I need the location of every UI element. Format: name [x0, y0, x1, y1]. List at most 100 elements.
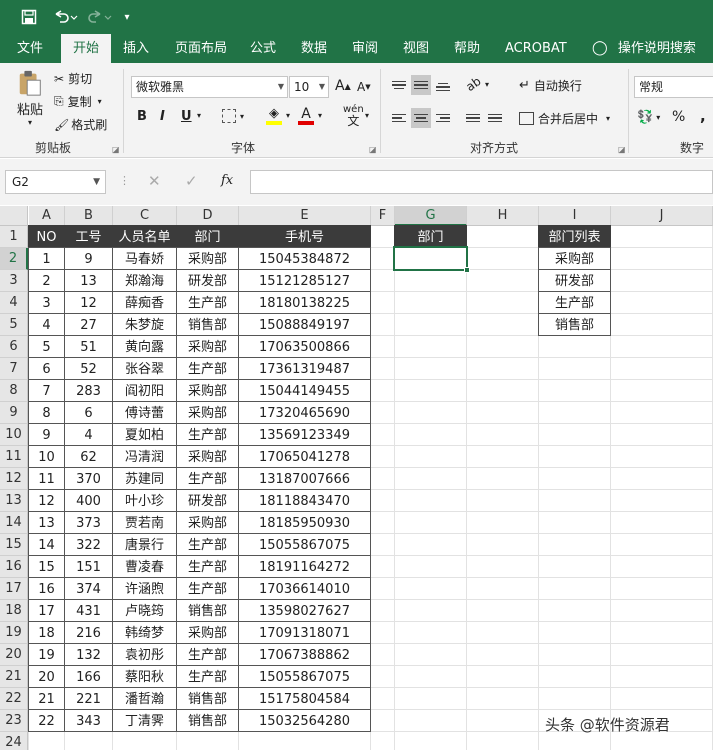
- row-header-24[interactable]: 24: [0, 732, 28, 750]
- phone-cell[interactable]: 17091318071: [238, 621, 371, 644]
- align-center-icon[interactable]: [411, 108, 431, 128]
- row-header-17[interactable]: 17: [0, 578, 28, 600]
- name-cell[interactable]: 郑瀚海: [112, 269, 177, 292]
- dialog-launcher-icon[interactable]: ◪: [618, 145, 626, 154]
- employee-id-cell[interactable]: 51: [64, 335, 113, 358]
- phone-cell[interactable]: 18191164272: [238, 555, 371, 578]
- tab-review[interactable]: 审阅: [352, 34, 378, 63]
- department-cell[interactable]: 采购部: [176, 247, 239, 270]
- align-right-icon[interactable]: [433, 108, 453, 128]
- department-cell[interactable]: 研发部: [176, 489, 239, 512]
- name-cell[interactable]: 朱梦旋: [112, 313, 177, 336]
- row-header-21[interactable]: 21: [0, 666, 28, 688]
- name-cell[interactable]: 薛痴香: [112, 291, 177, 314]
- no-cell[interactable]: 4: [28, 313, 65, 336]
- column-header-c[interactable]: C: [113, 206, 177, 226]
- comma-button[interactable]: ,: [700, 107, 706, 125]
- name-cell[interactable]: 阎初阳: [112, 379, 177, 402]
- department-cell[interactable]: 销售部: [176, 599, 239, 622]
- row-header-18[interactable]: 18: [0, 600, 28, 622]
- employee-id-cell[interactable]: 283: [64, 379, 113, 402]
- name-cell[interactable]: 傅诗蕾: [112, 401, 177, 424]
- phone-cell[interactable]: 15032564280: [238, 709, 371, 732]
- name-cell[interactable]: 夏如柏: [112, 423, 177, 446]
- employee-id-cell[interactable]: 62: [64, 445, 113, 468]
- merge-center-button[interactable]: 合并后居中 ▾: [519, 110, 610, 127]
- name-cell[interactable]: 袁初彤: [112, 643, 177, 666]
- no-cell[interactable]: 6: [28, 357, 65, 380]
- row-header-10[interactable]: 10: [0, 424, 28, 446]
- no-cell[interactable]: 17: [28, 599, 65, 622]
- name-cell[interactable]: 卢晓筠: [112, 599, 177, 622]
- row-header-11[interactable]: 11: [0, 446, 28, 468]
- font-color-button[interactable]: A: [298, 107, 314, 125]
- table-header-cell[interactable]: 部门: [176, 225, 239, 248]
- employee-id-cell[interactable]: 221: [64, 687, 113, 710]
- department-cell[interactable]: 采购部: [176, 379, 239, 402]
- employee-id-cell[interactable]: 13: [64, 269, 113, 292]
- column-header-g[interactable]: G: [395, 206, 467, 226]
- dialog-launcher-icon[interactable]: ◪: [112, 145, 120, 154]
- employee-id-cell[interactable]: 166: [64, 665, 113, 688]
- department-cell[interactable]: 采购部: [176, 401, 239, 424]
- row-header-16[interactable]: 16: [0, 556, 28, 578]
- shrink-font-button[interactable]: A ▼: [357, 80, 371, 94]
- percent-button[interactable]: %: [672, 109, 685, 125]
- tab-home[interactable]: 开始: [61, 34, 112, 63]
- tab-view[interactable]: 视图: [403, 34, 429, 63]
- no-cell[interactable]: 16: [28, 577, 65, 600]
- department-cell[interactable]: 生产部: [176, 357, 239, 380]
- row-header-19[interactable]: 19: [0, 622, 28, 644]
- no-cell[interactable]: 19: [28, 643, 65, 666]
- grow-font-button[interactable]: A ▲: [335, 78, 351, 94]
- name-cell[interactable]: 马春娇: [112, 247, 177, 270]
- department-cell[interactable]: 生产部: [176, 555, 239, 578]
- no-cell[interactable]: 2: [28, 269, 65, 292]
- phone-cell[interactable]: 13569123349: [238, 423, 371, 446]
- tab-page-layout[interactable]: 页面布局: [175, 34, 227, 63]
- format-painter-button[interactable]: 🖌 格式刷: [54, 116, 107, 133]
- column-header-b[interactable]: B: [65, 206, 113, 226]
- fill-color-button[interactable]: ◈: [266, 107, 282, 125]
- phone-cell[interactable]: 13598027627: [238, 599, 371, 622]
- department-cell[interactable]: 研发部: [176, 269, 239, 292]
- department-cell[interactable]: 采购部: [176, 445, 239, 468]
- employee-id-cell[interactable]: 374: [64, 577, 113, 600]
- orientation-button[interactable]: ab ▾: [463, 74, 489, 94]
- phone-cell[interactable]: 18185950930: [238, 511, 371, 534]
- no-cell[interactable]: 21: [28, 687, 65, 710]
- row-header-7[interactable]: 7: [0, 358, 28, 380]
- phone-cell[interactable]: 17320465690: [238, 401, 371, 424]
- tab-formulas[interactable]: 公式: [250, 34, 276, 63]
- employee-id-cell[interactable]: 9: [64, 247, 113, 270]
- dept-list-item[interactable]: 研发部: [538, 269, 611, 292]
- dept-input-header[interactable]: 部门: [394, 225, 467, 248]
- name-cell[interactable]: 张谷翠: [112, 357, 177, 380]
- cancel-icon[interactable]: ✕: [148, 172, 161, 190]
- dept-list-item[interactable]: 采购部: [538, 247, 611, 270]
- employee-id-cell[interactable]: 12: [64, 291, 113, 314]
- department-cell[interactable]: 采购部: [176, 511, 239, 534]
- row-header-8[interactable]: 8: [0, 380, 28, 402]
- chevron-down-icon[interactable]: ▾: [365, 111, 369, 120]
- dept-list-item[interactable]: 销售部: [538, 313, 611, 336]
- name-box[interactable]: G2 ▼: [5, 170, 106, 194]
- no-cell[interactable]: 9: [28, 423, 65, 446]
- customize-qat-icon[interactable]: ▾: [120, 6, 134, 28]
- employee-id-cell[interactable]: 322: [64, 533, 113, 556]
- phone-cell[interactable]: 17036614010: [238, 577, 371, 600]
- employee-id-cell[interactable]: 216: [64, 621, 113, 644]
- no-cell[interactable]: 1: [28, 247, 65, 270]
- copy-button[interactable]: ⎘ 复制 ▾: [54, 93, 102, 110]
- font-name-combo[interactable]: 微软雅黑 ▼: [131, 76, 288, 98]
- employee-id-cell[interactable]: 151: [64, 555, 113, 578]
- tab-insert[interactable]: 插入: [123, 34, 149, 63]
- decrease-indent-icon[interactable]: [463, 108, 483, 128]
- align-bottom-icon[interactable]: [433, 77, 453, 97]
- no-cell[interactable]: 10: [28, 445, 65, 468]
- row-header-5[interactable]: 5: [0, 314, 28, 336]
- phone-cell[interactable]: 17067388862: [238, 643, 371, 666]
- column-header-f[interactable]: F: [371, 206, 395, 226]
- employee-id-cell[interactable]: 431: [64, 599, 113, 622]
- no-cell[interactable]: 5: [28, 335, 65, 358]
